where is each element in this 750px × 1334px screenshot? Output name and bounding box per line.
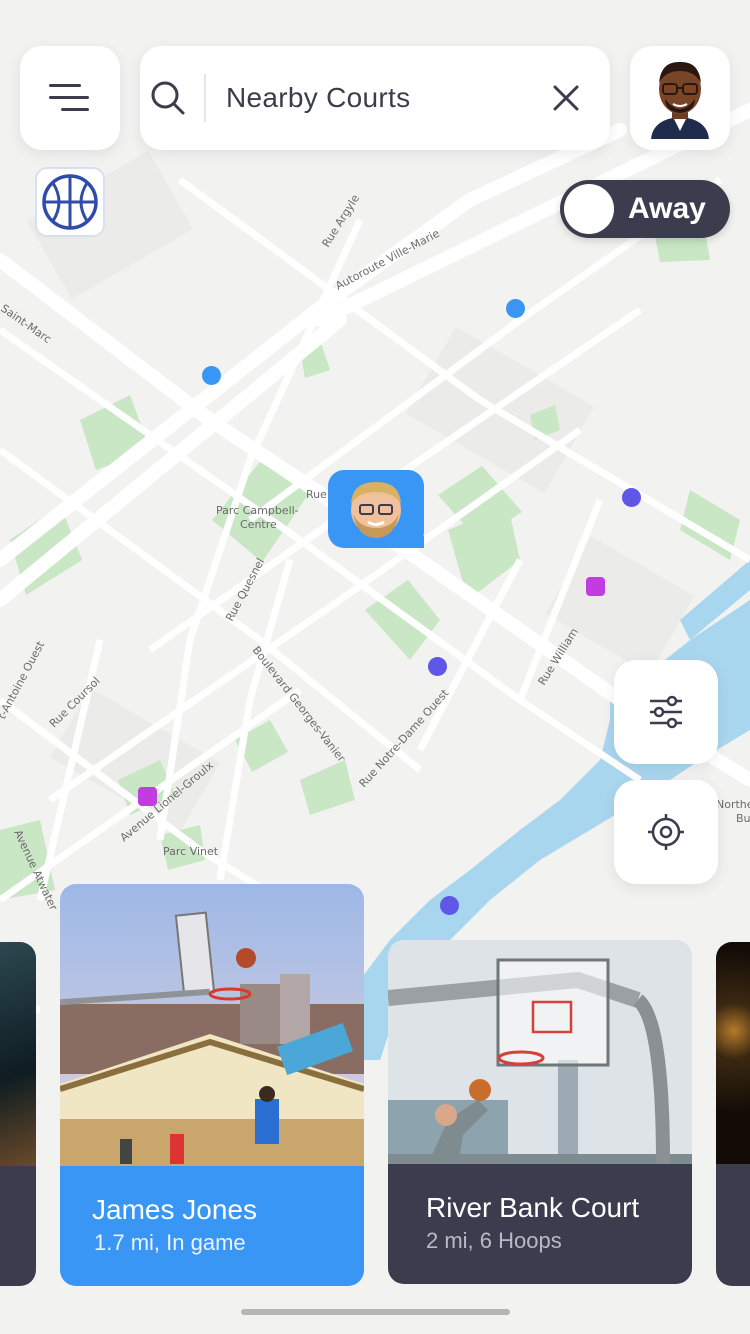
sliders-icon xyxy=(650,695,682,729)
court-card-partial-right[interactable] xyxy=(716,942,750,1286)
card-info: River Bank Court 2 mi, 6 Hoops xyxy=(388,1164,692,1284)
card-info xyxy=(0,1166,36,1286)
basketball-icon xyxy=(42,174,98,230)
user-location-pin[interactable] xyxy=(328,470,424,548)
locate-me-button[interactable] xyxy=(614,780,718,884)
map-label: Centre xyxy=(240,518,277,531)
profile-avatar-button[interactable] xyxy=(630,46,730,150)
court-card-james-jones[interactable]: James Jones 1.7 mi, In game xyxy=(60,884,364,1286)
map-marker[interactable] xyxy=(440,896,459,915)
card-title: River Bank Court xyxy=(426,1192,640,1223)
basketball-filter-badge[interactable] xyxy=(35,167,105,237)
home-indicator xyxy=(241,1309,510,1315)
status-label: Away xyxy=(628,192,706,225)
search-input[interactable]: Nearby Courts xyxy=(226,82,552,114)
map-marker[interactable] xyxy=(506,299,525,318)
search-icon xyxy=(151,81,185,115)
map-marker[interactable] xyxy=(202,366,221,385)
card-photo xyxy=(716,942,750,1164)
avatar xyxy=(651,61,709,139)
court-card-partial-left[interactable] xyxy=(0,942,36,1286)
card-photo xyxy=(0,942,36,1166)
menu-button[interactable] xyxy=(20,46,120,150)
status-toggle[interactable]: Away xyxy=(560,180,730,238)
search-divider xyxy=(204,74,206,122)
toggle-knob xyxy=(564,184,614,234)
card-info: James Jones 1.7 mi, In game xyxy=(60,1166,364,1286)
map-marker[interactable] xyxy=(586,577,605,596)
close-icon[interactable] xyxy=(552,84,580,112)
menu-icon xyxy=(49,84,89,111)
card-info xyxy=(716,1164,750,1286)
map-label: Parc Vinet xyxy=(163,845,219,858)
map-marker[interactable] xyxy=(138,787,157,806)
court-card-river-bank[interactable]: River Bank Court 2 mi, 6 Hoops xyxy=(388,940,692,1284)
map-marker[interactable] xyxy=(428,657,447,676)
map-label: Northe xyxy=(716,798,750,811)
map-marker[interactable] xyxy=(622,488,641,507)
search-bar[interactable]: Nearby Courts xyxy=(140,46,610,150)
map-label: Rue xyxy=(306,488,327,501)
map-label: Parc Campbell- xyxy=(216,504,299,517)
card-subtitle: 2 mi, 6 Hoops xyxy=(426,1228,562,1253)
card-photo xyxy=(60,884,364,1166)
crosshair-icon xyxy=(648,814,684,850)
card-title: James Jones xyxy=(92,1194,257,1225)
map-label: Bu xyxy=(736,812,750,825)
filter-button[interactable] xyxy=(614,660,718,764)
card-photo xyxy=(388,940,692,1164)
card-subtitle: 1.7 mi, In game xyxy=(94,1230,246,1255)
